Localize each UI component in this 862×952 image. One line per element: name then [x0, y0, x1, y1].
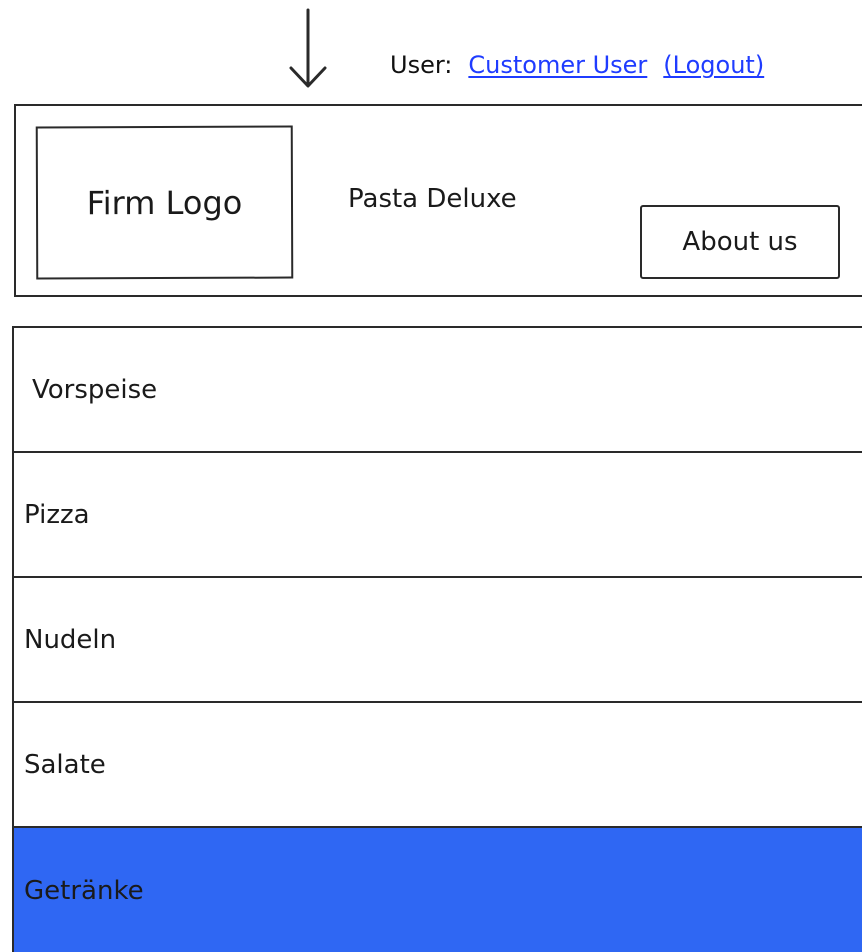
menu-item-getraenke[interactable]: Getränke: [14, 828, 862, 952]
user-name-link[interactable]: Customer User: [468, 51, 647, 79]
page: User: Customer User (Logout) Firm Logo P…: [0, 0, 862, 952]
firm-logo: Firm Logo: [35, 125, 294, 280]
menu-item-label: Getränke: [24, 875, 144, 906]
category-menu: Vorspeise Pizza Nudeln Salate Getränke: [12, 326, 862, 952]
about-us-button[interactable]: About us: [640, 205, 840, 279]
arrow-down-icon: [289, 8, 327, 88]
menu-item-salate[interactable]: Salate: [14, 703, 862, 828]
user-label: User:: [390, 51, 453, 79]
menu-item-label: Vorspeise: [32, 374, 158, 405]
logout-link[interactable]: (Logout): [663, 51, 764, 79]
menu-item-label: Pizza: [24, 499, 90, 530]
brand-name: Pasta Deluxe: [348, 184, 517, 214]
about-us-label: About us: [682, 227, 798, 257]
menu-item-pizza[interactable]: Pizza: [14, 453, 862, 578]
user-bar: User: Customer User (Logout): [390, 48, 764, 82]
menu-item-nudeln[interactable]: Nudeln: [14, 578, 862, 703]
menu-item-label: Nudeln: [24, 624, 117, 655]
logo-text: Firm Logo: [86, 183, 243, 222]
menu-item-vorspeise[interactable]: Vorspeise: [14, 328, 862, 453]
menu-item-label: Salate: [24, 749, 106, 780]
